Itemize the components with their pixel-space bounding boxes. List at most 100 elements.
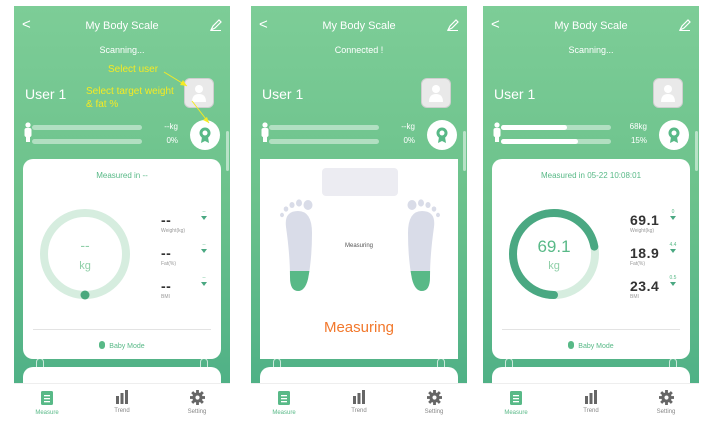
nav-measure[interactable]: Measure	[491, 390, 541, 416]
edit-icon[interactable]	[447, 19, 459, 31]
weight-metric: -- Weight(kg)	[161, 212, 185, 234]
fat-value: 18.9	[630, 245, 660, 261]
gear-icon	[189, 390, 205, 405]
app-title: My Body Scale	[322, 20, 396, 32]
bottom-nav: Measure Trend Setting	[251, 383, 467, 426]
weight-big-unit: kg	[79, 260, 91, 272]
bottom-nav: Measure Trend Setting	[14, 383, 230, 426]
target-fat-value: 15%	[630, 136, 647, 145]
weight-big-unit: kg	[548, 260, 560, 272]
down-triangle-icon	[201, 282, 207, 286]
phone-screen-2: < My Body Scale Connected ! User 1 --kg …	[251, 6, 467, 426]
medal-icon	[668, 127, 680, 143]
bmi-metric: -- BMI	[161, 278, 171, 300]
weight-target: 0	[666, 209, 680, 220]
baby-mode-button[interactable]: Baby Mode	[492, 341, 690, 350]
bmi-target: 0.5	[666, 275, 680, 286]
measurement-card: Measured in 05-22 10:08:01 69.1 kg 69.1 W…	[492, 159, 690, 359]
scale-display	[322, 168, 398, 196]
user-name: User 1	[262, 86, 304, 102]
nav-setting-label: Setting	[656, 409, 676, 415]
bmi-target: --	[197, 275, 211, 286]
nav-setting[interactable]: Setting	[409, 390, 459, 415]
medal-icon	[436, 127, 448, 143]
nav-setting[interactable]: Setting	[172, 390, 222, 415]
fat-target-value: --	[202, 242, 206, 248]
nav-trend-label: Trend	[583, 408, 599, 414]
fat-value: --	[161, 245, 172, 261]
measure-icon	[41, 391, 53, 405]
fat-label: Fat(%)	[161, 261, 176, 267]
weight-ring	[40, 209, 130, 300]
connection-status: Connected !	[334, 45, 384, 55]
nav-setting-label: Setting	[424, 409, 444, 415]
scrollbar[interactable]	[695, 131, 698, 171]
weight-progress-bar	[269, 125, 379, 130]
bmi-value: 23.4	[630, 278, 660, 294]
fat-progress-bar	[501, 139, 611, 144]
weight-target-value: 0	[671, 209, 675, 215]
fat-label: Fat(%)	[630, 261, 645, 267]
bmi-metric: 23.4 BMI	[630, 278, 659, 300]
measured-time: Measured in --	[96, 171, 148, 180]
user-name: User 1	[494, 86, 536, 102]
fat-metric: 18.9 Fat(%)	[630, 245, 659, 267]
fat-target: 4.4	[666, 242, 680, 253]
weight-progress-bar	[501, 125, 611, 130]
weight-metric: 69.1 Weight(kg)	[630, 212, 659, 234]
bottom-nav: Measure Trend Setting	[483, 383, 699, 426]
measure-icon	[510, 391, 522, 405]
baby-mode-label: Baby Mode	[109, 343, 145, 350]
scrollbar[interactable]	[463, 131, 466, 171]
nav-measure-label: Measure	[504, 410, 528, 416]
fat-target: --	[197, 242, 211, 253]
baby-icon	[568, 341, 575, 349]
baby-mode-label: Baby Mode	[578, 343, 614, 350]
fat-target-value: 4.4	[669, 242, 677, 248]
nav-setting[interactable]: Setting	[641, 390, 691, 415]
measuring-panel: Measuring Measuring	[260, 159, 458, 359]
bmi-label: BMI	[630, 294, 639, 300]
nav-measure[interactable]: Measure	[259, 390, 309, 416]
top-bar: < My Body Scale	[251, 16, 467, 36]
annotation-arrows	[163, 71, 210, 124]
weight-big-value: --	[80, 237, 90, 253]
user-icon	[661, 85, 675, 102]
nav-measure-label: Measure	[272, 410, 296, 416]
edit-icon[interactable]	[679, 19, 691, 31]
trend-icon	[585, 390, 597, 404]
bmi-value: --	[161, 278, 172, 294]
target-goal-button[interactable]	[427, 120, 457, 150]
bmi-label: BMI	[161, 294, 170, 300]
target-goal-button[interactable]	[659, 120, 689, 150]
phone-screen-1: < My Body Scale Scanning... User 1 --kg …	[14, 6, 230, 426]
trend-icon	[116, 390, 128, 404]
nav-measure[interactable]: Measure	[22, 390, 72, 416]
measuring-label-small: Measuring	[344, 243, 373, 249]
down-triangle-icon	[670, 282, 676, 286]
phone-screen-3: < My Body Scale Scanning... User 1 68kg …	[483, 6, 699, 426]
app-title: My Body Scale	[554, 20, 628, 32]
target-weight-value: --kg	[401, 122, 415, 131]
gear-icon	[426, 390, 442, 405]
user-avatar-button[interactable]	[653, 78, 683, 108]
down-triangle-icon	[201, 249, 207, 253]
fat-metric: -- Fat(%)	[161, 245, 176, 267]
measurement-card: Measured in -- -- kg -- Weight(kg) -- -- F…	[23, 159, 221, 359]
connection-status: Scanning...	[568, 45, 614, 55]
top-bar: < My Body Scale	[483, 16, 699, 36]
bmi-target-value: 0.5	[669, 275, 677, 281]
bmi-target-value: --	[202, 275, 206, 281]
fat-progress-fill	[501, 139, 578, 144]
down-triangle-icon	[201, 216, 207, 220]
down-triangle-icon	[670, 216, 676, 220]
weight-label: Weight(kg)	[630, 228, 655, 234]
nav-trend[interactable]: Trend	[97, 390, 147, 414]
nav-trend[interactable]: Trend	[334, 390, 384, 414]
nav-trend[interactable]: Trend	[566, 390, 616, 414]
user-avatar-button[interactable]	[421, 78, 451, 108]
user-icon	[429, 85, 443, 102]
measured-time: Measured in 05-22 10:08:01	[540, 171, 642, 180]
target-fat-value: 0%	[403, 136, 415, 145]
baby-mode-button[interactable]: Baby Mode	[23, 341, 221, 350]
